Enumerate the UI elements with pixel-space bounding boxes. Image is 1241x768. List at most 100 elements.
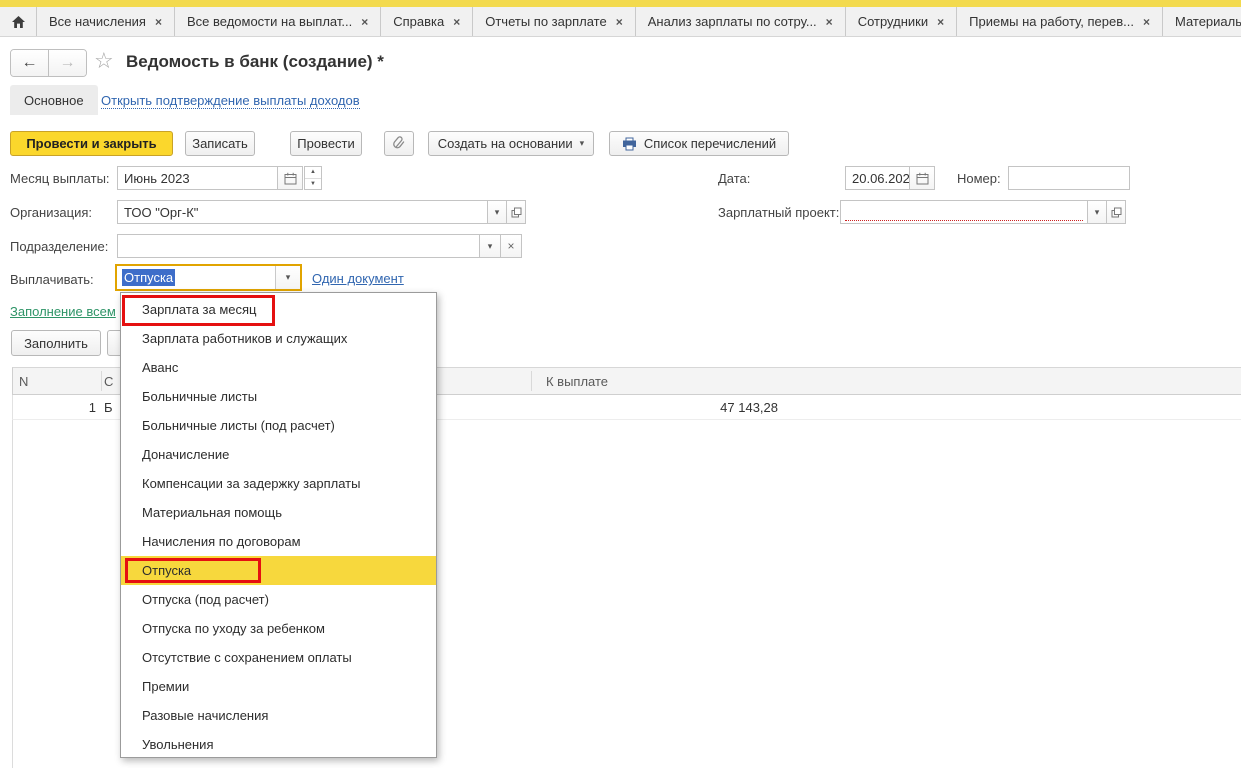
dropdown-item[interactable]: Аванс	[121, 353, 436, 382]
organization-input[interactable]: ТОО "Орг-К"	[117, 200, 488, 224]
dropdown-item[interactable]: Компенсации за задержку зарплаты	[121, 469, 436, 498]
window-tab[interactable]: Все ведомости на выплат... ×	[175, 7, 381, 36]
window-tab-label: Материальная...0	[1175, 14, 1241, 29]
organization-dropdown-button[interactable]: ▾	[487, 200, 507, 224]
dropdown-item[interactable]: Разовые начисления	[121, 701, 436, 730]
tab-close-icon[interactable]: ×	[453, 16, 460, 28]
window-tab[interactable]: Справка ×	[381, 7, 473, 36]
dropdown-item[interactable]: Отпуска (под расчет)	[121, 585, 436, 614]
date-label: Дата:	[718, 171, 750, 186]
column-header-amount[interactable]: К выплате	[546, 368, 608, 394]
window-tab-label: Анализ зарплаты по сотру...	[648, 14, 817, 29]
dropdown-item[interactable]: Начисления по договорам	[121, 527, 436, 556]
paperclip-icon	[392, 136, 406, 152]
month-stepper[interactable]: ▲ ▼	[304, 166, 322, 190]
window-accent-stripe	[0, 0, 1241, 7]
favorite-star-icon[interactable]: ☆	[94, 48, 114, 74]
dropdown-item[interactable]: Зарплата работников и служащих	[121, 324, 436, 353]
dropdown-item[interactable]: Больничные листы (под расчет)	[121, 411, 436, 440]
step-down-icon[interactable]: ▼	[305, 179, 321, 190]
tab-close-icon[interactable]: ×	[361, 16, 368, 28]
window-tab[interactable]: Отчеты по зарплате ×	[473, 7, 635, 36]
date-input[interactable]: 20.06.2023	[845, 166, 910, 190]
history-nav: ← →	[10, 49, 87, 77]
save-button[interactable]: Записать	[185, 131, 255, 156]
tab-close-icon[interactable]: ×	[1143, 16, 1150, 28]
date-calendar-button[interactable]	[909, 166, 935, 190]
window-tab[interactable]: Приемы на работу, перев... ×	[957, 7, 1163, 36]
window-tab-label: Сотрудники	[858, 14, 928, 29]
tab-close-icon[interactable]: ×	[937, 16, 944, 28]
post-and-close-button[interactable]: Провести и закрыть	[10, 131, 173, 156]
window-tab[interactable]: Сотрудники ×	[846, 7, 957, 36]
column-header-n[interactable]: N	[19, 368, 28, 394]
back-button[interactable]: ←	[11, 50, 48, 76]
dropdown-item[interactable]: Премии	[121, 672, 436, 701]
column-header-employee[interactable]: С	[104, 368, 113, 394]
calendar-icon	[284, 172, 297, 185]
dropdown-item[interactable]: Зарплата за месяц	[121, 295, 436, 324]
window-tab[interactable]: Анализ зарплаты по сотру... ×	[636, 7, 846, 36]
page-title: Ведомость в банк (создание) *	[126, 52, 384, 72]
salary-project-label: Зарплатный проект:	[718, 205, 839, 220]
tab-main[interactable]: Основное	[10, 85, 98, 115]
number-label: Номер:	[957, 171, 1001, 186]
fill-button[interactable]: Заполнить	[11, 330, 101, 356]
dropdown-item-label: Премии	[142, 679, 189, 694]
dropdown-item[interactable]: Отпуска по уходу за ребенком	[121, 614, 436, 643]
dropdown-item[interactable]: Отпуска	[121, 556, 436, 585]
organization-label: Организация:	[10, 205, 92, 220]
app-window: Все начисления × Все ведомости на выплат…	[0, 0, 1241, 768]
selected-text: Отпуска	[122, 269, 175, 286]
dropdown-item-label: Материальная помощь	[142, 505, 282, 520]
step-up-icon[interactable]: ▲	[305, 167, 321, 179]
month-label: Месяц выплаты:	[10, 171, 110, 186]
month-input[interactable]: Июнь 2023	[117, 166, 278, 190]
window-tab[interactable]: Материальная...0	[1163, 7, 1241, 36]
dropdown-item[interactable]: Доначисление	[121, 440, 436, 469]
required-field-underline	[845, 220, 1083, 221]
attachments-button[interactable]	[384, 131, 414, 156]
column-separator	[101, 371, 102, 391]
window-tab[interactable]: Все начисления ×	[37, 7, 175, 36]
table-left-border	[12, 420, 13, 768]
dropdown-item[interactable]: Отсутствие с сохранением оплаты	[121, 643, 436, 672]
dropdown-item-label: Отпуска (под расчет)	[142, 592, 269, 607]
department-clear-button[interactable]: ×	[500, 234, 522, 258]
organization-open-button[interactable]	[506, 200, 526, 224]
forward-button[interactable]: →	[48, 50, 86, 76]
tab-close-icon[interactable]: ×	[155, 16, 162, 28]
tab-close-icon[interactable]: ×	[616, 16, 623, 28]
number-input[interactable]	[1008, 166, 1130, 190]
tab-close-icon[interactable]: ×	[826, 16, 833, 28]
column-separator	[531, 371, 532, 391]
transfer-list-button[interactable]: Список перечислений	[609, 131, 789, 156]
transfer-list-label: Список перечислений	[644, 136, 776, 151]
month-calendar-button[interactable]	[277, 166, 303, 190]
pay-type-value: Отпуска	[117, 270, 275, 285]
pay-type-dropdown-button[interactable]: ▾	[275, 266, 300, 289]
salary-project-input[interactable]	[840, 200, 1088, 224]
pay-type-combobox[interactable]: Отпуска ▾	[115, 264, 302, 291]
create-based-on-button[interactable]: Создать на основании ▾	[428, 131, 594, 156]
dropdown-item-label: Разовые начисления	[142, 708, 268, 723]
dropdown-item-label: Больничные листы (под расчет)	[142, 418, 335, 433]
dropdown-item[interactable]: Материальная помощь	[121, 498, 436, 527]
confirm-payment-link[interactable]: Открыть подтверждение выплаты доходов	[101, 93, 360, 109]
department-input[interactable]	[117, 234, 480, 258]
dropdown-item[interactable]: Больничные листы	[121, 382, 436, 411]
one-document-link[interactable]: Один документ	[312, 271, 404, 286]
dropdown-item[interactable]: Увольнения	[121, 730, 436, 759]
window-tab-label: Справка	[393, 14, 444, 29]
post-button[interactable]: Провести	[290, 131, 362, 156]
fill-all-link[interactable]: Заполнение всем	[10, 304, 120, 319]
chevron-down-icon: ▾	[286, 272, 291, 283]
cell-row-number: 1	[13, 395, 96, 419]
window-tab-label: Приемы на работу, перев...	[969, 14, 1134, 29]
salary-project-open-button[interactable]	[1106, 200, 1126, 224]
dropdown-item-label: Зарплата за месяц	[142, 302, 257, 317]
department-dropdown-button[interactable]: ▾	[479, 234, 501, 258]
department-label: Подразделение:	[10, 239, 108, 254]
salary-project-dropdown-button[interactable]: ▾	[1087, 200, 1107, 224]
home-tab[interactable]	[0, 7, 37, 36]
